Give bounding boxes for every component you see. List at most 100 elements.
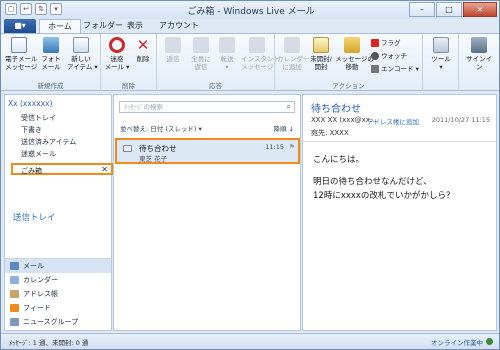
message-list-pane: ﾒｯｾｰｼﾞの検索 ⌕ 並べ替え: 日付 (スレッド) ▾ 降順 ↓ 待ち合わせ… (113, 94, 301, 331)
message-time: 11:15 (265, 143, 284, 151)
title-bar: ▢ ↩ ⇅ ▾ ごみ箱 - Windows Live メール – □ ✕ (1, 1, 499, 19)
account-node[interactable]: Xx (xxxxxx) (8, 99, 52, 108)
close-button[interactable]: ✕ (463, 2, 497, 17)
search-icon[interactable]: ⌕ (287, 102, 291, 112)
photo-icon (43, 37, 59, 53)
delete-button[interactable]: ✕ 削除 (129, 37, 157, 63)
tab-account[interactable]: アカウント (151, 19, 207, 33)
im-label: インスタント メッセージ (241, 55, 280, 71)
junk-button[interactable]: 迷惑 メール ▾ (103, 37, 131, 71)
tab-view[interactable]: 表示 (119, 19, 151, 33)
nav-mail[interactable]: メール (5, 259, 111, 273)
move-message-button[interactable]: メッセージの 移動 (335, 37, 374, 71)
folder-trash[interactable]: ごみ箱 ✕ (11, 163, 113, 175)
junk-icon (109, 37, 125, 53)
reply-arrow-icon (165, 37, 181, 53)
folder-junk[interactable]: 迷惑メール (21, 149, 56, 159)
im-button[interactable]: インスタント メッセージ (241, 37, 280, 71)
sort-dropdown[interactable]: 並べ替え: 日付 (スレッド) ▾ (120, 123, 202, 133)
nav-calendar[interactable]: カレンダー (5, 273, 111, 287)
minimize-button[interactable]: – (409, 2, 435, 17)
new-item-button[interactable]: 新しい アイテム ▾ (67, 37, 98, 71)
reading-date: 2011/10/27 11:15 (431, 116, 490, 124)
flag-button[interactable]: フラグ (371, 38, 401, 48)
sort-order-toggle[interactable]: 降順 ↓ (273, 123, 294, 133)
contacts-icon (10, 290, 19, 298)
signin-label: サインイン (466, 55, 492, 71)
reply-all-button[interactable]: 全員に 返信 (187, 37, 215, 71)
group-delete-label: 削除 (122, 82, 135, 90)
quick-access-toolbar: ▢ ↩ ⇅ ▾ (5, 3, 62, 15)
body-line-2: 明日の待ち合わせなんだけど、 (313, 177, 432, 187)
watch-button[interactable]: ウォッチ (371, 51, 407, 61)
watch-label: ウォッチ (381, 52, 407, 60)
new-message-icon[interactable]: ▢ (5, 3, 17, 15)
unread-read-button[interactable]: 未開封/ 開封 (307, 37, 335, 71)
empty-trash-icon[interactable]: ✕ (101, 165, 108, 174)
forward-button[interactable]: 転送 ▾ (213, 37, 241, 71)
window-controls: – □ ✕ (409, 2, 497, 17)
folder-inbox[interactable]: 受信トレイ (21, 113, 56, 123)
new-email-label: 電子メール メッセージ (5, 55, 38, 71)
encode-label: エンコード ▾ (381, 65, 419, 73)
calendar-icon (284, 37, 300, 53)
photo-email-button[interactable]: フォト メール (37, 37, 65, 71)
unread-read-label: 未開封/ 開封 (310, 55, 332, 71)
envelope-open-icon (123, 145, 132, 152)
flag-outline-icon[interactable]: ⚑ (289, 143, 295, 151)
mail-icon (10, 262, 19, 270)
app-window: ▢ ↩ ⇅ ▾ ごみ箱 - Windows Live メール – □ ✕ ■▾ … (0, 0, 500, 350)
group-signin: サインイン (459, 34, 499, 91)
glasses-icon (371, 52, 379, 60)
group-tools: ツール ▾ (423, 34, 459, 91)
newsgroup-icon (10, 318, 19, 326)
dropdown-chevron-icon[interactable]: ▾ (50, 3, 62, 15)
group-new-label: 新規作成 (37, 82, 64, 90)
folder-drafts[interactable]: 下書き (21, 125, 42, 135)
new-email-button[interactable]: 電子メール メッセージ (5, 37, 38, 71)
reply-icon[interactable]: ↩ (20, 3, 32, 15)
add-to-contacts-link[interactable]: アドレス帳に追加 (367, 116, 419, 126)
add-to-calendar-label: カレンダー に追加 (277, 55, 310, 71)
message-sender: 東芝 花子 (139, 155, 168, 163)
body-line-1: こんにちは。 (313, 155, 365, 165)
photo-email-label: フォト メール (41, 55, 61, 71)
rss-icon (10, 304, 19, 312)
app-menu-button[interactable]: ■▾ (4, 19, 36, 33)
search-input[interactable]: ﾒｯｾｰｼﾞの検索 ⌕ (119, 101, 295, 113)
group-new: 電子メール メッセージ フォト メール 新しい アイテム ▾ 新規作成 (1, 34, 101, 91)
nav-newsgroups[interactable]: ニュースグループ (5, 315, 111, 329)
add-to-calendar-button[interactable]: カレンダー に追加 (277, 37, 310, 71)
forward-label: 転送 ▾ (220, 55, 234, 71)
tools-icon (433, 37, 449, 53)
group-respond: 返信 全員に 返信 転送 ▾ インスタント メッセージ 応答 (157, 34, 280, 91)
send-receive-icon[interactable]: ⇅ (35, 3, 47, 15)
new-item-icon (73, 37, 89, 53)
flag-label: フラグ (381, 39, 401, 47)
folder-move-icon (344, 37, 360, 53)
encode-button[interactable]: エンコード ▾ (371, 64, 419, 74)
nav-calendar-label: カレンダー (23, 276, 58, 284)
reply-button[interactable]: 返信 (159, 37, 187, 63)
folder-sent[interactable]: 送信済みアイテム (21, 137, 76, 147)
nav-contacts[interactable]: アドレス帳 (5, 287, 111, 301)
maximize-button[interactable]: □ (436, 2, 462, 17)
signin-button[interactable]: サインイン (463, 37, 495, 71)
status-bar: ﾒｯｾｰｼﾞ: 1 通、未開封: 0 通 オンライン作業中 (1, 333, 499, 349)
folder-pane: Xx (xxxxxx) 受信トレイ 下書き 送信済みアイテム 迷惑メール ごみ箱… (4, 94, 113, 331)
reading-divider (303, 141, 496, 142)
nav-feeds[interactable]: フィード (5, 301, 111, 315)
tools-button[interactable]: ツール ▾ (427, 37, 455, 71)
junk-label: 迷惑 メール ▾ (104, 55, 130, 71)
status-online: オンライン作業中 (431, 339, 483, 347)
nav-contacts-label: アドレス帳 (23, 290, 58, 298)
email-icon (11, 37, 27, 53)
reading-subject: 待ち合わせ (311, 104, 361, 115)
group-delete: 迷惑 メール ▾ ✕ 削除 削除 (101, 34, 157, 91)
nav-newsgroups-label: ニュースグループ (23, 318, 79, 326)
messenger-icon (249, 37, 265, 53)
group-actions: カレンダー に追加 未開封/ 開封 メッセージの 移動 フラグ ウォッチ エンコ… (275, 34, 423, 91)
reply-label: 返信 (166, 55, 180, 63)
message-row[interactable]: 待ち合わせ 東芝 花子 11:15 ⚑ (115, 138, 300, 164)
folder-outbox[interactable]: 送信トレイ (13, 211, 56, 223)
